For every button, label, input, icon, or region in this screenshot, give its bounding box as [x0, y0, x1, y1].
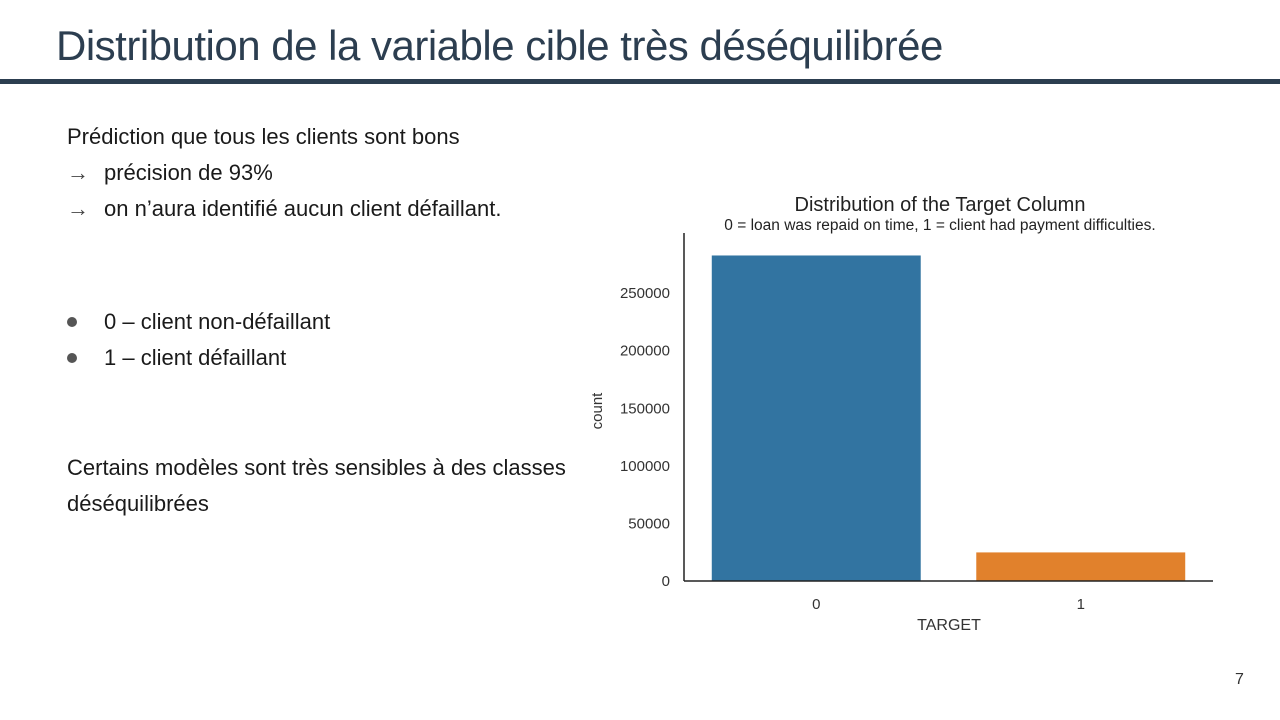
- y-tick-label: 100000: [620, 458, 670, 475]
- right-arrow-icon: →: [67, 196, 89, 221]
- class-legend-item: 1 – client défaillant: [67, 340, 330, 376]
- arrow-item-text: précision de 93%: [104, 160, 273, 185]
- y-tick-label: 150000: [620, 400, 670, 417]
- y-tick-label: 0: [662, 573, 670, 590]
- x-axis-label: TARGET: [917, 617, 981, 634]
- chart-subtitle: 0 = loan was repaid on time, 1 = client …: [724, 217, 1155, 234]
- x-tick-label: 1: [1077, 596, 1085, 613]
- slide-title: Distribution de la variable cible très d…: [56, 22, 943, 69]
- y-tick-label: 200000: [620, 343, 670, 360]
- bar-1: [976, 552, 1186, 581]
- arrow-item: → précision de 93%: [67, 155, 502, 191]
- intro-heading: Prédiction que tous les clients sont bon…: [67, 124, 460, 149]
- title-divider: [0, 79, 1280, 84]
- y-tick-label: 50000: [628, 515, 670, 532]
- right-arrow-icon: →: [67, 160, 89, 185]
- class-legend-list: 0 – client non-défaillant 1 – client déf…: [67, 304, 330, 376]
- y-axis-label: count: [589, 392, 606, 430]
- bullet-icon: [67, 353, 77, 363]
- y-tick-label: 250000: [620, 285, 670, 302]
- target-distribution-chart: Distribution of the Target Column0 = loa…: [589, 194, 1213, 634]
- arrow-item: → on n’aura identifié aucun client défai…: [67, 191, 502, 227]
- page-number: 7: [1235, 671, 1244, 688]
- class-legend-text: 1 – client défaillant: [104, 345, 287, 370]
- bullet-icon: [67, 317, 77, 327]
- chart-title: Distribution of the Target Column: [795, 194, 1086, 216]
- imbalance-note: Certains modèles sont très sensibles à d…: [67, 455, 566, 516]
- arrow-item-text: on n’aura identifié aucun client défaill…: [104, 196, 502, 221]
- class-legend-item: 0 – client non-défaillant: [67, 304, 330, 340]
- intro-block: Prédiction que tous les clients sont bon…: [67, 119, 502, 227]
- x-tick-label: 0: [812, 596, 820, 613]
- class-legend-text: 0 – client non-défaillant: [104, 309, 331, 334]
- bar-0: [711, 255, 921, 581]
